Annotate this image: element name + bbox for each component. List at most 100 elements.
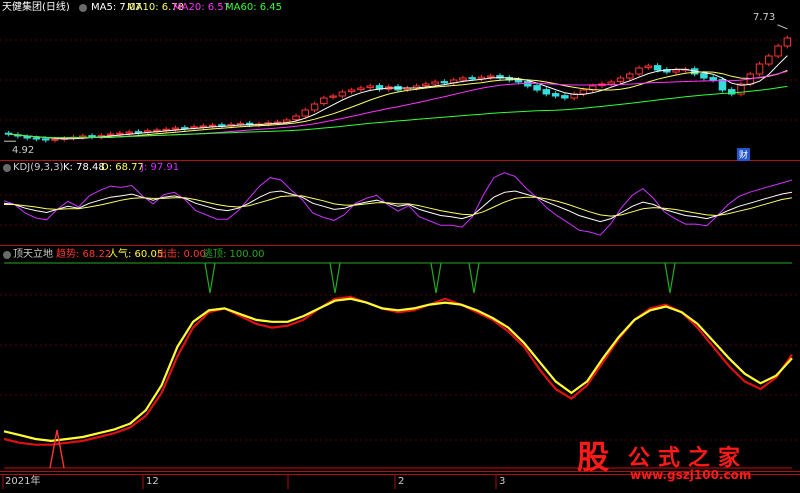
- watermark-url: www.gszj100.com: [630, 468, 752, 482]
- candle-body: [366, 85, 374, 89]
- candle-body: [700, 73, 708, 79]
- chart-svg: [0, 24, 800, 489]
- candle: [644, 63, 653, 70]
- grid-lines: [0, 39, 800, 441]
- candle: [320, 95, 328, 106]
- kdj-settings-dot-icon[interactable]: [3, 164, 11, 172]
- chart-stage: 天健集团(日线) MA5: 7.07 MA10: 6.78 MA20: 6.57…: [0, 0, 800, 489]
- candle-body: [125, 131, 133, 134]
- candle-body: [41, 138, 50, 141]
- candle: [347, 87, 356, 94]
- ma20-label: MA20: 6.57: [173, 2, 231, 13]
- kdj-k-label: K: 78.48: [63, 162, 105, 173]
- escape-signal: [468, 262, 480, 294]
- candle: [310, 101, 319, 113]
- ma-line: [8, 69, 788, 139]
- attack-label: 出击: 0.00: [157, 249, 206, 260]
- indicator-lines: [3, 295, 793, 446]
- candle: [551, 91, 560, 99]
- candle-body: [301, 109, 310, 117]
- candle: [375, 83, 384, 92]
- candle-body: [134, 131, 143, 134]
- candle: [765, 53, 773, 67]
- candle-body: [459, 77, 467, 81]
- high-marker: [777, 24, 788, 30]
- candle-body: [338, 91, 347, 97]
- candle-body: [653, 65, 662, 71]
- candle: [672, 67, 680, 75]
- candle: [542, 87, 551, 97]
- indicator-line-trend: [3, 295, 793, 446]
- candle-body: [171, 127, 180, 130]
- candle: [663, 67, 671, 75]
- kdj-k-line: [3, 190, 793, 223]
- candle: [338, 89, 347, 99]
- candle: [774, 43, 782, 59]
- candlesticks: [4, 35, 792, 143]
- candle-body: [88, 135, 96, 138]
- candle: [449, 77, 458, 86]
- candle-body: [533, 85, 541, 91]
- candle-body: [431, 81, 439, 85]
- candle-body: [607, 81, 615, 85]
- candle-body: [635, 67, 643, 75]
- candle: [755, 61, 764, 77]
- candle-body: [551, 93, 560, 97]
- candle: [505, 75, 513, 83]
- site-watermark: 股 公式之家 www.gszj100.com: [560, 437, 775, 485]
- settings-dot-icon[interactable]: [79, 4, 87, 12]
- finance-tag[interactable]: 财: [737, 148, 751, 161]
- ma60-label: MA60: 6.45: [225, 2, 283, 13]
- x-axis-ticks: [2, 474, 497, 489]
- candle: [635, 65, 643, 77]
- candle: [143, 128, 152, 135]
- candle: [357, 85, 365, 92]
- moving-averages: [4, 24, 788, 142]
- ma-line: [8, 70, 788, 139]
- candle-body: [644, 65, 653, 69]
- trend-label: 趋势: 68.22: [56, 249, 112, 260]
- candle-body: [23, 136, 31, 139]
- candle-body: [422, 83, 430, 87]
- candle-body: [561, 95, 569, 99]
- candle-body: [320, 97, 328, 105]
- candle-body: [208, 124, 217, 127]
- indicator-settings-dot-icon[interactable]: [3, 251, 11, 259]
- kdj-j-label: J: 97.91: [141, 162, 180, 173]
- candle-body: [51, 138, 59, 141]
- candle-body: [357, 87, 365, 91]
- candle-body: [579, 89, 588, 95]
- candle-body: [774, 45, 782, 57]
- candle-body: [468, 77, 476, 80]
- candle-body: [292, 115, 300, 121]
- candle-body: [626, 73, 634, 79]
- candle-body: [310, 103, 319, 111]
- kdj-d-label: D: 68.77: [101, 162, 144, 173]
- indicator-title: 顶天立地: [13, 249, 53, 260]
- candle: [329, 93, 337, 100]
- candle: [477, 74, 486, 82]
- candle: [727, 87, 736, 97]
- candle-body: [755, 63, 764, 75]
- candle-body: [765, 55, 773, 65]
- candle-body: [329, 95, 337, 98]
- escape-signal: [329, 262, 341, 294]
- escape-signal: [430, 262, 442, 294]
- candle: [570, 91, 578, 101]
- candle: [366, 83, 374, 90]
- candle-body: [440, 81, 449, 84]
- x-label-2: 2: [398, 476, 405, 487]
- high-price-label: 7.73: [753, 12, 776, 23]
- x-label-12: 12: [146, 476, 159, 487]
- candle-body: [199, 125, 208, 128]
- x-label-2021: 2021年: [5, 476, 41, 487]
- candle: [709, 75, 717, 83]
- candle-body: [783, 37, 792, 47]
- low-price-label: 4.92: [12, 145, 35, 156]
- candle: [607, 79, 615, 87]
- candle: [88, 133, 96, 140]
- candle: [533, 83, 541, 93]
- candle: [4, 130, 13, 137]
- candle-body: [116, 132, 124, 135]
- attack-signal: [49, 429, 65, 469]
